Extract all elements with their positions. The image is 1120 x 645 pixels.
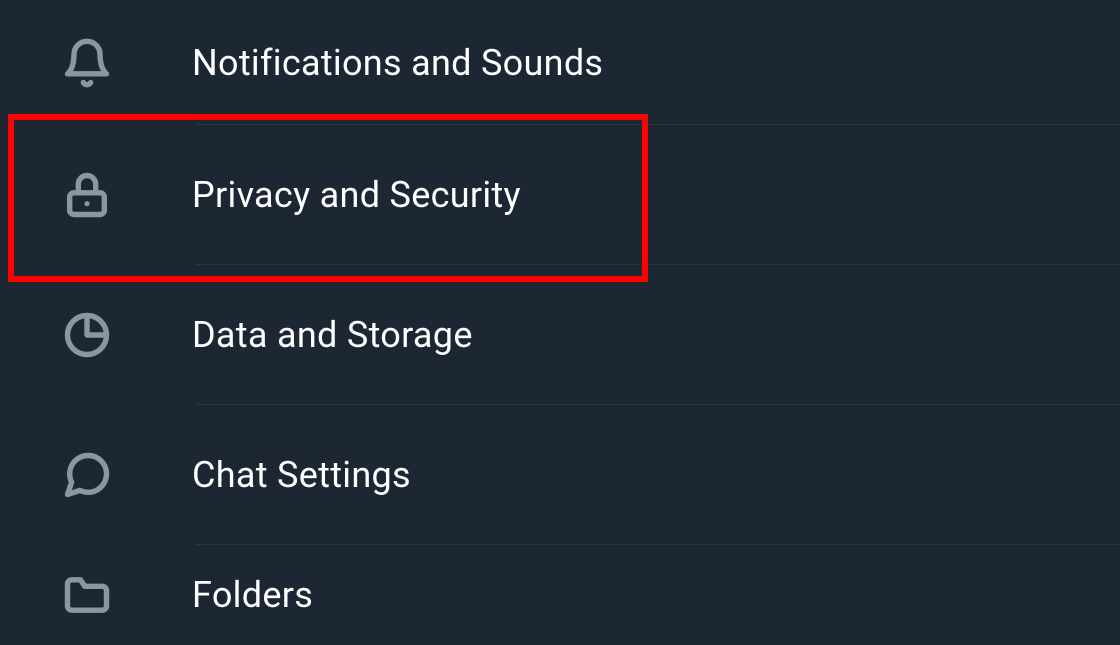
settings-item-label: Data and Storage	[192, 314, 473, 356]
settings-item-label: Folders	[192, 574, 313, 616]
settings-item-label: Privacy and Security	[192, 174, 521, 216]
settings-item-folders[interactable]: Folders	[0, 545, 1120, 645]
folder-icon	[58, 566, 116, 624]
chat-icon	[58, 446, 116, 504]
settings-item-data-storage[interactable]: Data and Storage	[0, 265, 1120, 405]
settings-item-label: Notifications and Sounds	[192, 42, 603, 84]
pie-chart-icon	[58, 306, 116, 364]
settings-list: Notifications and Sounds Privacy and Sec…	[0, 0, 1120, 645]
lock-icon	[58, 166, 116, 224]
settings-item-notifications[interactable]: Notifications and Sounds	[0, 0, 1120, 125]
settings-item-chat-settings[interactable]: Chat Settings	[0, 405, 1120, 545]
bell-icon	[58, 34, 116, 92]
settings-item-privacy[interactable]: Privacy and Security	[0, 125, 1120, 265]
settings-item-label: Chat Settings	[192, 454, 411, 496]
